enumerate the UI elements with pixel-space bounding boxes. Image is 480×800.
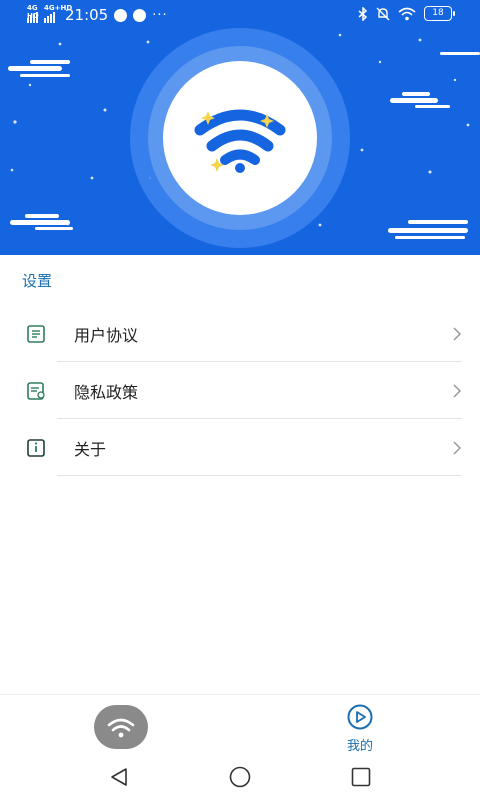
app-screen: 4G HD 4G+HD 21:05 ··· 18 设置 用户协议 隐私政策 关于…: [0, 0, 480, 800]
network-type-2: 4G+HD: [44, 4, 73, 12]
status-bar: 4G HD 4G+HD 21:05 ··· 18: [0, 0, 480, 30]
menu-item-user-agreement[interactable]: 用户协议: [0, 306, 480, 362]
tab-mine-label: 我的: [346, 739, 373, 754]
notification-icon: [114, 8, 128, 22]
signal-icon-1: 4G HD: [27, 4, 39, 23]
menu-label: 隐私政策: [74, 383, 139, 402]
menu-item-about[interactable]: 关于: [0, 420, 480, 476]
home-circle-icon[interactable]: [228, 766, 252, 788]
bottom-tab-bar: 我的: [0, 694, 480, 754]
tab-wifi[interactable]: [94, 705, 148, 749]
menu-label: 关于: [74, 440, 107, 459]
document-icon: [27, 325, 45, 343]
header-banner: [0, 0, 480, 255]
privacy-document-icon: [27, 382, 45, 400]
divider: [57, 418, 462, 419]
divider: [57, 475, 462, 476]
chevron-right-icon: [453, 441, 462, 455]
recents-square-icon[interactable]: [350, 766, 372, 788]
battery-icon: 18: [424, 6, 455, 21]
wifi-icon: [107, 718, 135, 738]
back-triangle-icon[interactable]: [108, 766, 130, 788]
chevron-right-icon: [453, 327, 462, 341]
network-type-1: 4G HD: [27, 4, 39, 20]
chevron-right-icon: [453, 384, 462, 398]
mute-bell-icon: [376, 7, 390, 20]
settings-section-title: 设置: [22, 272, 53, 290]
more-notifications: ···: [152, 7, 168, 23]
system-nav-bar: [0, 756, 480, 800]
play-circle-icon: [347, 704, 373, 730]
tab-mine[interactable]: 我的: [334, 703, 386, 754]
menu-item-privacy-policy[interactable]: 隐私政策: [0, 363, 480, 419]
divider: [57, 361, 462, 362]
chat-notification-icon: [133, 8, 147, 22]
menu-label: 用户协议: [74, 326, 139, 345]
signal-icon-2: 4G+HD: [44, 4, 72, 23]
header-illustration: [8, 28, 480, 248]
wifi-status-icon: [398, 7, 416, 20]
bluetooth-icon: [358, 6, 368, 21]
info-icon: [27, 439, 45, 457]
